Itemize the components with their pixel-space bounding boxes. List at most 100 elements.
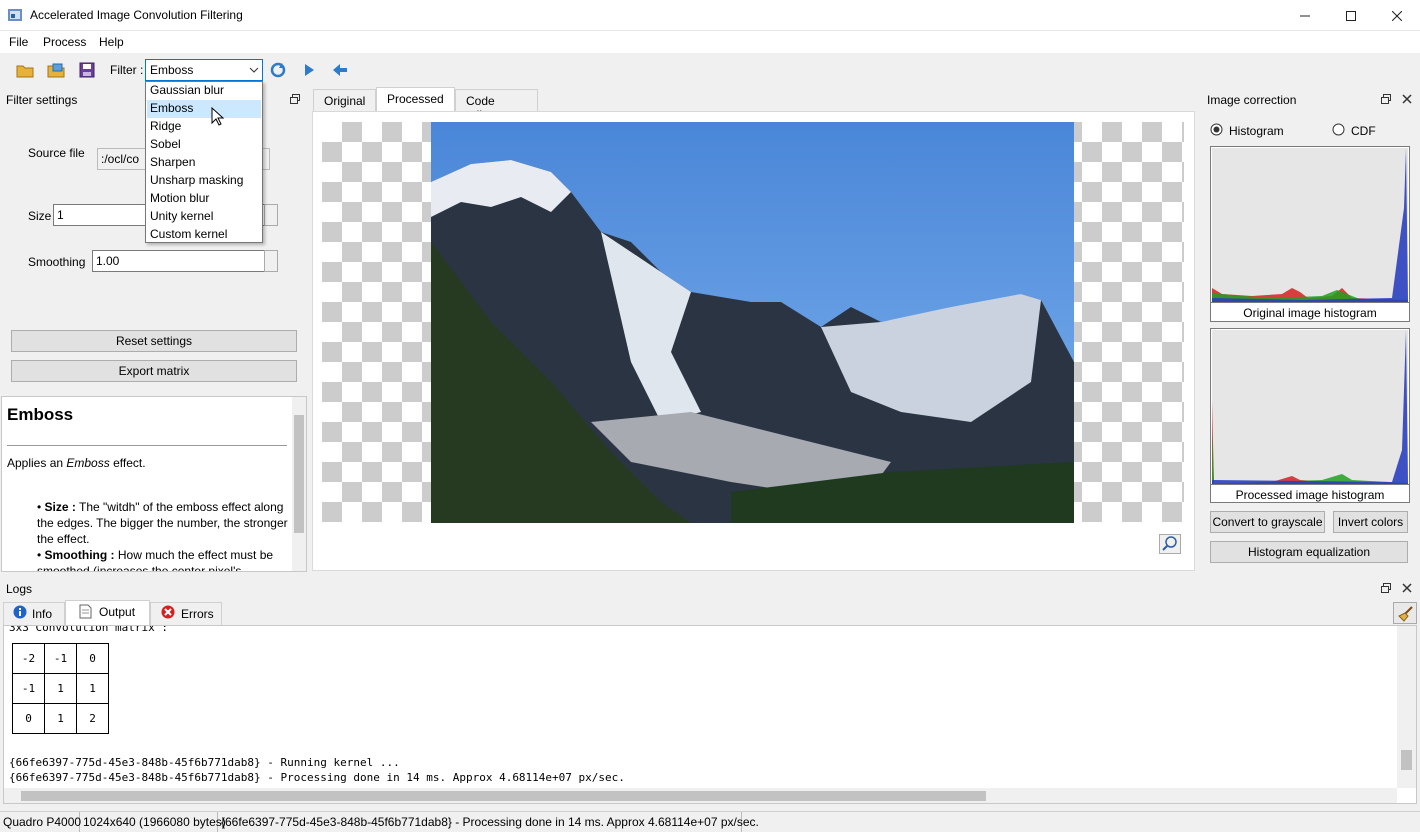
menu-help[interactable]: Help bbox=[99, 35, 124, 49]
doc-heading: Emboss bbox=[7, 405, 74, 424]
reset-settings-button[interactable]: Reset settings bbox=[11, 330, 297, 352]
log-tab-info-label: Info bbox=[32, 607, 53, 621]
radio-histogram-label: Histogram bbox=[1229, 124, 1284, 138]
processed-histogram-frame: Processed image histogram bbox=[1210, 328, 1410, 503]
matrix-cell: -1 bbox=[44, 643, 77, 674]
original-histogram-plot bbox=[1212, 148, 1408, 302]
matrix-cell: -1 bbox=[12, 673, 45, 704]
filter-doc-view: Emboss Applies an Emboss effect. • Size … bbox=[1, 396, 307, 572]
size-spinner[interactable] bbox=[264, 204, 278, 226]
save-icon[interactable] bbox=[78, 61, 96, 79]
matrix-caption: 3x3 Convolution matrix : bbox=[9, 625, 168, 634]
chevron-down-icon bbox=[249, 67, 259, 73]
status-image-info: 1024x640 (1966080 bytes) bbox=[80, 812, 226, 832]
matrix-cell: 1 bbox=[76, 673, 109, 704]
menu-file[interactable]: File bbox=[9, 35, 28, 49]
original-histogram-frame: Original image histogram bbox=[1210, 146, 1410, 322]
matrix-cell: 0 bbox=[12, 703, 45, 734]
matrix-cell: 2 bbox=[76, 703, 109, 734]
source-file-label: Source file bbox=[28, 146, 85, 160]
info-icon bbox=[13, 605, 27, 619]
minimize-button[interactable] bbox=[1282, 0, 1328, 31]
radio-cdf-label: CDF bbox=[1351, 124, 1376, 138]
filter-dropdown-list: Gaussian blur Emboss Ridge Sobel Sharpen… bbox=[145, 81, 263, 243]
clear-logs-button[interactable] bbox=[1393, 602, 1417, 624]
convolution-matrix: -2 -1 0 -1 1 1 0 1 2 bbox=[12, 643, 109, 734]
log-output-view: 3x3 Convolution matrix : -2 -1 0 -1 1 1 … bbox=[3, 625, 1417, 804]
filter-option[interactable]: Ridge bbox=[147, 118, 261, 136]
title-bar: Accelerated Image Convolution Filtering bbox=[0, 0, 1420, 31]
refresh-icon[interactable] bbox=[269, 61, 287, 79]
radio-cdf[interactable] bbox=[1332, 123, 1345, 136]
filter-option[interactable]: Sobel bbox=[147, 136, 261, 154]
status-gpu: Quadro P4000 bbox=[0, 812, 81, 832]
close-panel-icon[interactable] bbox=[1402, 583, 1412, 593]
log-line: {66fe6397-775d-45e3-848b-45f6b771dab8} -… bbox=[9, 756, 400, 769]
back-arrow-icon[interactable] bbox=[331, 61, 349, 79]
smoothing-spinner[interactable] bbox=[264, 250, 278, 272]
logs-title: Logs bbox=[6, 582, 33, 596]
log-tab-output-label: Output bbox=[99, 605, 136, 619]
filter-option[interactable]: Unity kernel bbox=[147, 208, 261, 226]
maximize-button[interactable] bbox=[1328, 0, 1374, 31]
tab-processed[interactable]: Processed bbox=[376, 87, 455, 112]
log-horizontal-scrollbar[interactable] bbox=[4, 788, 1397, 803]
doc-scrollbar[interactable] bbox=[292, 397, 306, 571]
open-image-icon[interactable] bbox=[47, 61, 65, 79]
histogram-equalization-button[interactable]: Histogram equalization bbox=[1210, 541, 1408, 563]
smoothing-label: Smoothing bbox=[28, 255, 86, 269]
filter-settings-title: Filter settings bbox=[6, 93, 78, 107]
doc-divider bbox=[7, 445, 287, 446]
filter-label: Filter : bbox=[110, 63, 144, 77]
tab-original[interactable]: Original bbox=[313, 89, 376, 112]
log-tab-errors-label: Errors bbox=[181, 607, 214, 621]
filter-option[interactable]: Sharpen bbox=[147, 154, 261, 172]
mouse-cursor-icon bbox=[211, 107, 225, 126]
filter-option[interactable]: Unsharp masking bbox=[147, 172, 261, 190]
log-vertical-scrollbar[interactable] bbox=[1397, 626, 1416, 788]
filter-option[interactable]: Motion blur bbox=[147, 190, 261, 208]
menu-process[interactable]: Process bbox=[43, 35, 86, 49]
processed-histogram-plot bbox=[1212, 330, 1408, 484]
image-correction-title: Image correction bbox=[1207, 93, 1297, 107]
original-histogram-label: Original image histogram bbox=[1211, 302, 1409, 320]
app-icon bbox=[8, 9, 22, 21]
float-panel-icon[interactable] bbox=[290, 94, 300, 104]
play-icon[interactable] bbox=[300, 61, 318, 79]
window-title: Accelerated Image Convolution Filtering bbox=[30, 8, 243, 22]
filter-select-value: Emboss bbox=[150, 63, 194, 77]
filter-select[interactable]: Emboss bbox=[145, 59, 263, 81]
float-panel-icon[interactable] bbox=[1381, 583, 1391, 593]
error-icon bbox=[161, 605, 175, 619]
menu-bar: File Process Help bbox=[0, 31, 1420, 53]
processed-image bbox=[431, 122, 1074, 523]
matrix-cell: -2 bbox=[12, 643, 45, 674]
matrix-cell: 0 bbox=[76, 643, 109, 674]
smoothing-input[interactable]: 1.00 bbox=[92, 250, 265, 272]
filter-option-selected[interactable]: Emboss bbox=[147, 100, 261, 118]
logs-header: Logs bbox=[0, 579, 1420, 599]
doc-scroll-thumb[interactable] bbox=[294, 415, 304, 533]
filter-option[interactable]: Gaussian blur bbox=[147, 82, 261, 100]
open-folder-icon[interactable] bbox=[16, 61, 34, 79]
close-button[interactable] bbox=[1374, 0, 1420, 31]
log-vscroll-thumb[interactable] bbox=[1401, 750, 1412, 770]
doc-bullet-smoothing: • Smoothing : How much the effect must b… bbox=[37, 548, 274, 572]
broom-icon bbox=[1398, 606, 1413, 622]
size-label: Size bbox=[28, 209, 52, 223]
invert-colors-button[interactable]: Invert colors bbox=[1333, 511, 1408, 533]
doc-intro: Applies an Emboss effect. bbox=[7, 456, 146, 470]
float-panel-icon[interactable] bbox=[1381, 94, 1391, 104]
export-matrix-button[interactable]: Export matrix bbox=[11, 360, 297, 382]
matrix-cell: 1 bbox=[44, 703, 77, 734]
filter-option[interactable]: Custom kernel bbox=[147, 226, 261, 244]
radio-histogram[interactable] bbox=[1210, 123, 1223, 136]
log-hscroll-thumb[interactable] bbox=[21, 791, 986, 801]
log-line: {66fe6397-775d-45e3-848b-45f6b771dab8} -… bbox=[9, 771, 625, 784]
convert-grayscale-button[interactable]: Convert to grayscale bbox=[1210, 511, 1325, 533]
processed-histogram-label: Processed image histogram bbox=[1211, 484, 1409, 502]
log-tab-output[interactable]: Output bbox=[65, 600, 150, 625]
tab-code-editor[interactable]: Code editor bbox=[455, 89, 538, 122]
zoom-icon[interactable] bbox=[1159, 534, 1181, 554]
close-panel-icon[interactable] bbox=[1402, 94, 1412, 104]
